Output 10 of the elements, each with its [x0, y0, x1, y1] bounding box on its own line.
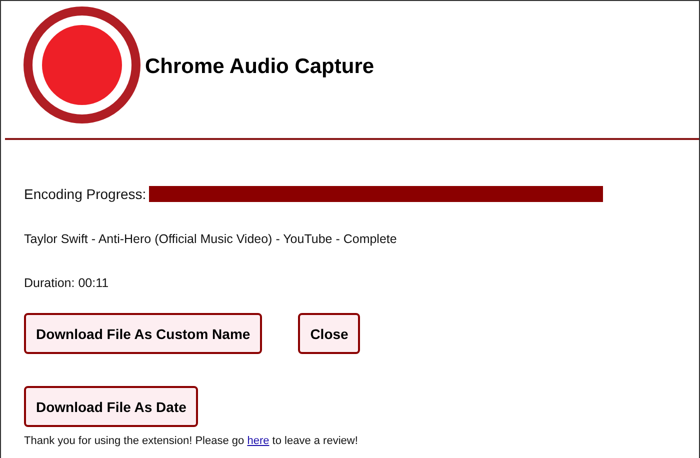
file-status: Taylor Swift - Anti-Hero (Official Music Video) - YouTube - Complete: [24, 232, 397, 246]
app-title: Chrome Audio Capture: [145, 55, 374, 79]
progress-label: Encoding Progress:: [24, 186, 146, 202]
action-button[interactable]: Download File As Date: [24, 386, 198, 427]
action-button[interactable]: Close: [298, 313, 360, 354]
review-link[interactable]: here: [247, 435, 270, 447]
action-button[interactable]: Download File As Custom Name: [24, 313, 262, 354]
duration-text: Duration: 00:11: [24, 276, 109, 290]
review-message: Thank you for using the extension! Please go here to leave a review!: [24, 435, 359, 447]
record-icon: [23, 6, 141, 124]
